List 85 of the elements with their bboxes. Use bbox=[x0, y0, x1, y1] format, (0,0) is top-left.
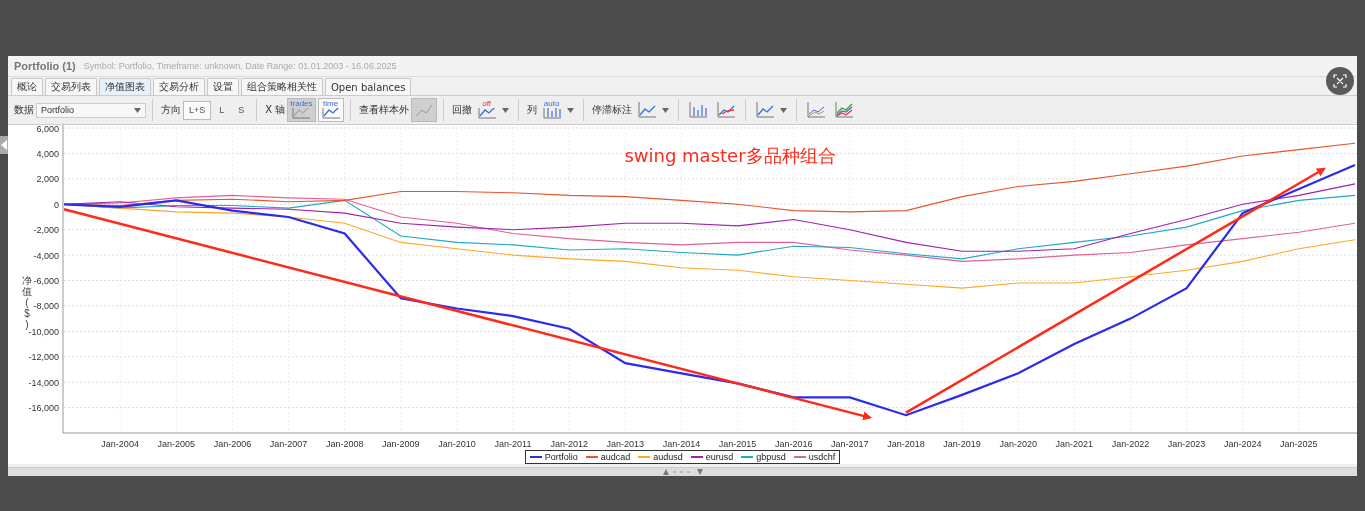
tab[interactable]: 设置 bbox=[207, 78, 239, 95]
icon-caption: trades bbox=[290, 100, 313, 108]
caret-icon bbox=[501, 107, 509, 113]
x-tick-label: Jan-2009 bbox=[382, 439, 420, 449]
x-tick-label: Jan-2025 bbox=[1280, 439, 1318, 449]
tab[interactable]: 交易列表 bbox=[45, 78, 97, 95]
chart-icon bbox=[291, 108, 312, 120]
x-tick-label: Jan-2008 bbox=[325, 439, 364, 449]
window-title: Portfolio (1) bbox=[14, 60, 76, 72]
chart-icon bbox=[805, 101, 826, 119]
chart-icon bbox=[687, 101, 708, 119]
crop-icon bbox=[1333, 74, 1347, 88]
legend-item: Portfolio bbox=[529, 452, 578, 462]
tab[interactable]: 概论 bbox=[11, 78, 43, 95]
legend-item: eurusd bbox=[690, 452, 734, 462]
x-tick-label: Jan-2022 bbox=[1111, 439, 1150, 449]
caret-icon bbox=[661, 107, 669, 113]
direction-toggle[interactable]: S bbox=[232, 100, 251, 120]
x-tick-label: Jan-2017 bbox=[831, 439, 869, 449]
x-tick-label: Jan-2019 bbox=[943, 439, 981, 449]
x-tick-label: Jan-2015 bbox=[718, 439, 757, 449]
x-tick-label: Jan-2024 bbox=[1223, 439, 1262, 449]
tab[interactable]: Open balances bbox=[325, 78, 412, 95]
direction-toggle[interactable]: L+S bbox=[183, 100, 212, 120]
caret-icon bbox=[134, 107, 141, 113]
legend-item: gbpusd bbox=[741, 452, 786, 462]
y-tick-label: 0 bbox=[54, 199, 59, 210]
toolbar-label: 查看样本外 bbox=[358, 103, 409, 117]
toolbar-label: 数据 bbox=[14, 103, 34, 117]
splitter-handle-icon bbox=[662, 469, 703, 475]
x-tick-label: Jan-2023 bbox=[1167, 439, 1206, 449]
y-tick-label: -12,000 bbox=[28, 352, 59, 363]
caret-icon bbox=[566, 107, 574, 113]
legend-item: audcad bbox=[585, 452, 631, 462]
x-tick-label: Jan-2012 bbox=[550, 439, 588, 449]
toolbar-label: 停滞标注 bbox=[591, 103, 632, 117]
direction-toggle[interactable]: L bbox=[213, 100, 231, 120]
y-tick-label: 4,000 bbox=[36, 148, 59, 159]
legend-item: usdchf bbox=[793, 452, 836, 462]
y-tick-label: -4,000 bbox=[33, 250, 59, 261]
x-tick-label: Jan-2007 bbox=[269, 439, 308, 449]
y-tick-label: -2,000 bbox=[33, 225, 59, 236]
x-tick-label: Jan-2014 bbox=[662, 439, 701, 449]
chart-icon bbox=[320, 108, 341, 120]
x-tick-label: Jan-2013 bbox=[606, 439, 645, 449]
chart-option-dropdown[interactable]: auto bbox=[538, 98, 577, 122]
x-tick-label: Jan-2011 bbox=[494, 439, 532, 449]
y-tick-label: 2,000 bbox=[36, 174, 59, 185]
y-tick-label: 6,000 bbox=[36, 125, 59, 134]
tab[interactable]: 交易分析 bbox=[153, 78, 205, 95]
x-tick-label: Jan-2006 bbox=[213, 439, 252, 449]
tab[interactable]: 净值图表 bbox=[99, 78, 151, 95]
x-tick-label: Jan-2004 bbox=[101, 439, 139, 449]
toolbar-label: 方向 bbox=[161, 103, 181, 117]
chart-icon bbox=[833, 101, 854, 119]
chart-icon bbox=[754, 101, 775, 119]
chart-option-button[interactable]: time bbox=[317, 98, 344, 122]
data-select[interactable]: Portfolio bbox=[36, 102, 146, 118]
y-tick-label: -6,000 bbox=[33, 276, 59, 286]
x-tick-label: Jan-2016 bbox=[774, 439, 813, 449]
caret-icon bbox=[779, 107, 787, 113]
toolbar-label: 回撤 bbox=[451, 103, 472, 117]
legend-item: audusd bbox=[638, 452, 683, 462]
y-tick-label: -8,000 bbox=[33, 301, 59, 312]
x-tick-label: Jan-2021 bbox=[1055, 439, 1094, 449]
icon-caption: time bbox=[323, 100, 339, 108]
chart-annotation: swing master多品种组合 bbox=[624, 145, 836, 166]
icon-caption: auto bbox=[543, 100, 560, 108]
chart-icon bbox=[476, 108, 497, 120]
x-tick-label: Jan-2010 bbox=[438, 439, 476, 449]
chart-icon bbox=[636, 101, 657, 119]
y-tick-label: -16,000 bbox=[28, 403, 59, 414]
x-tick-label: Jan-2005 bbox=[157, 439, 196, 449]
toolbar-label: X 轴 bbox=[265, 103, 286, 117]
side-handle[interactable] bbox=[0, 136, 8, 154]
chart-option-dropdown[interactable]: off bbox=[473, 98, 512, 122]
y-tick-label: -14,000 bbox=[28, 377, 59, 388]
toolbar-label: 列 bbox=[526, 103, 537, 117]
chart-icon bbox=[715, 101, 736, 119]
window-subtitle: Symbol: Portfolio, Timeframe: unknown, Date Range: 01.01.2003 - 16.06.2025 bbox=[83, 61, 397, 71]
x-tick-label: Jan-2018 bbox=[887, 439, 925, 449]
icon-caption: off bbox=[482, 100, 491, 108]
chart-icon bbox=[541, 108, 562, 120]
x-tick-label: Jan-2020 bbox=[999, 439, 1037, 449]
tab[interactable]: 组合策略相关性 bbox=[241, 78, 323, 95]
